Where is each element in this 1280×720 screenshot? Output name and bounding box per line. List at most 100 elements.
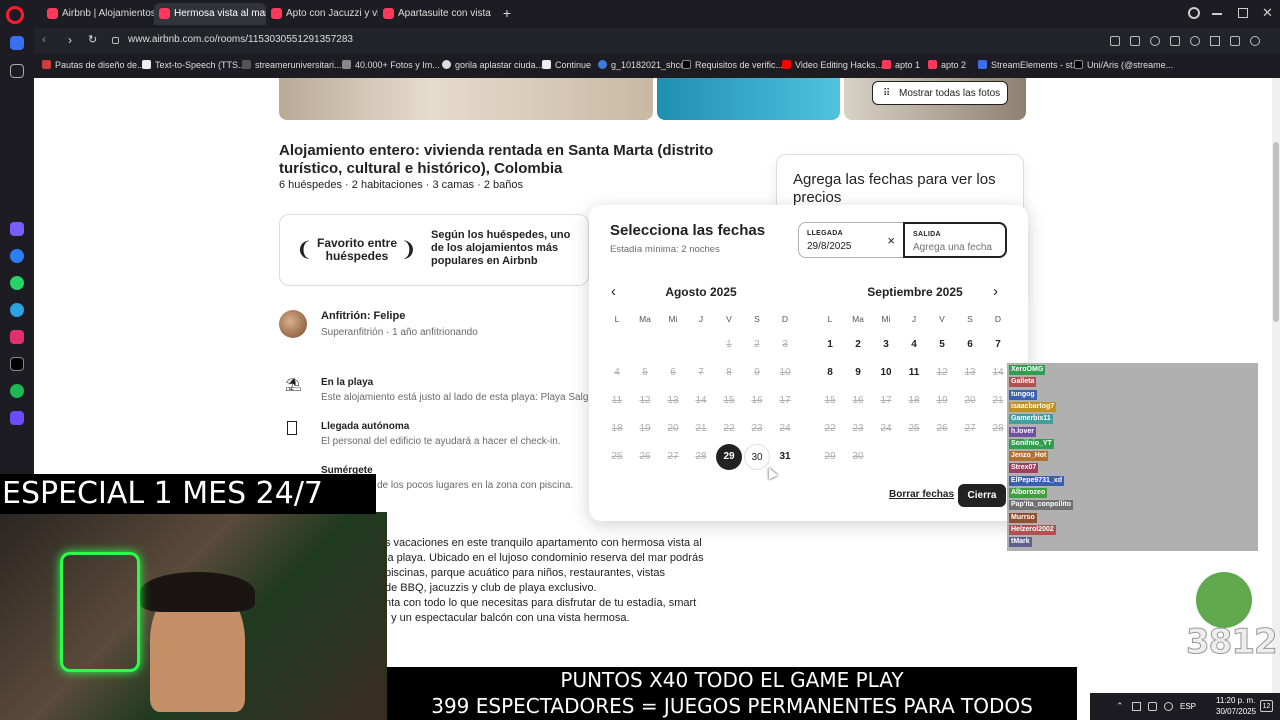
clear-dates-button[interactable]: Borrar fechas	[889, 489, 954, 500]
camera-icon[interactable]	[1130, 36, 1140, 46]
bookmark-g10182021[interactable]: g_10182021_shcc	[598, 60, 685, 70]
guest-favorite-card[interactable]: ❨ Favorito entre huéspedes ❩ Según los h…	[279, 214, 589, 286]
calendar-day[interactable]: 3	[873, 332, 899, 358]
bookmark-tts[interactable]: Text-to-Speech (TTS...	[142, 60, 246, 70]
language-indicator[interactable]: ESP	[1180, 702, 1196, 711]
tab-airbnb-home[interactable]: Airbnb | Alojamientos vac	[42, 3, 154, 25]
clock-time[interactable]: 11:20 p. m.	[1216, 696, 1255, 705]
bookmark-streamelements[interactable]: StreamElements - st...	[978, 60, 1080, 70]
maximize-icon[interactable]	[1238, 8, 1248, 18]
close-window-icon[interactable]: ✕	[1262, 5, 1273, 21]
tab-apartasuite[interactable]: Apartasuite con vista al m	[378, 3, 494, 25]
guest-favorite-text: Según los huéspedes, uno de los alojamie…	[431, 229, 571, 267]
site-info-icon[interactable]	[112, 37, 119, 44]
calendar-day[interactable]: 5	[929, 332, 955, 358]
calendar-day: 30	[852, 451, 864, 462]
bookmark-apto2[interactable]: apto 2	[928, 60, 966, 70]
volume-icon[interactable]	[1164, 702, 1173, 711]
clear-checkin-icon[interactable]: ×	[887, 233, 895, 248]
player-icon[interactable]	[10, 411, 24, 425]
play-icon[interactable]	[1170, 36, 1180, 46]
description-line: de BBQ, jacuzzis y club de playa exclusi…	[385, 582, 597, 594]
whatsapp-icon[interactable]	[10, 276, 24, 290]
weekday-label: S	[967, 314, 973, 324]
spotify-icon[interactable]	[10, 384, 24, 398]
listing-photo-main[interactable]	[279, 78, 653, 120]
url-field[interactable]: www.airbnb.com.co/rooms/1153030551291357…	[128, 34, 528, 45]
profile-icon[interactable]	[1250, 36, 1260, 46]
download-icon[interactable]	[1210, 36, 1220, 46]
opera-logo-icon[interactable]	[6, 6, 24, 24]
shield-icon[interactable]	[1150, 36, 1160, 46]
calendar-day: 8	[726, 367, 732, 378]
bookmark-streamer[interactable]: streameruniversitari...	[242, 60, 342, 70]
close-calendar-button[interactable]: Cierra	[958, 484, 1006, 507]
chat-username: Alborozeo	[1009, 488, 1048, 498]
calendar-day[interactable]: 10	[873, 360, 899, 386]
bookmark-tiktok[interactable]: Uni/Aris (@streame...	[1074, 60, 1173, 70]
scroll-thumb[interactable]	[1273, 142, 1279, 322]
back-icon[interactable]: ‹	[42, 34, 46, 46]
menu-icon[interactable]	[1230, 36, 1240, 46]
bookmark-label: g_10182021_shcc	[611, 60, 685, 70]
calendar-day: 29	[824, 451, 836, 462]
tab-hermosa-vista[interactable]: Hermosa vista al mar fren	[154, 3, 266, 25]
star-icon[interactable]	[10, 64, 24, 78]
calendar-day[interactable]: 30	[744, 444, 770, 470]
tray-icons[interactable]	[1132, 702, 1141, 711]
calendar-day[interactable]: 9	[845, 360, 871, 386]
show-all-photos-button[interactable]: ⠿ Mostrar todas las fotos	[872, 81, 1008, 105]
bookmark-video-editing[interactable]: Video Editing Hacks...	[782, 60, 883, 70]
messenger-icon[interactable]	[10, 249, 24, 263]
bookmark-gorila[interactable]: gorila aplastar ciuda...	[442, 60, 543, 70]
calendar-day[interactable]: 1	[817, 332, 843, 358]
calendar-day[interactable]: 2	[845, 332, 871, 358]
heart-icon[interactable]	[1190, 36, 1200, 46]
bookmark-continue[interactable]: Continue	[542, 60, 591, 70]
forward-icon[interactable]: ›	[68, 33, 72, 47]
chat-username: Gamerbix11	[1009, 414, 1053, 425]
calendar-day: 20	[964, 395, 976, 406]
calendar-day[interactable]: 4	[901, 332, 927, 358]
reload-icon[interactable]: ↻	[88, 33, 97, 46]
tray-chevron-icon[interactable]: ⌃	[1116, 701, 1124, 712]
price-prompt: Agrega las fechas para ver los precios	[793, 171, 996, 206]
notification-icon[interactable]: 12	[1260, 700, 1273, 712]
calendar-day[interactable]: 8	[817, 360, 843, 386]
highlight-desc: de los pocos lugares en la zona con pisc…	[377, 480, 574, 491]
checkin-field[interactable]: LLEGADA 29/8/2025 ×	[798, 222, 904, 258]
bookmark-icon	[242, 60, 251, 69]
bookmark-label: 40.000+ Fotos y Im...	[355, 60, 440, 70]
minimize-icon[interactable]	[1212, 13, 1222, 15]
host-avatar[interactable]	[279, 310, 307, 338]
tab-apto-jacuzzi[interactable]: Apto con Jacuzzi y vista a	[266, 3, 378, 25]
bookmark-requisitos[interactable]: Requisitos de verific...	[682, 60, 783, 70]
weekday-label: D	[781, 314, 789, 324]
bookmark-fotos[interactable]: 40.000+ Fotos y Im...	[342, 60, 440, 70]
edit-icon[interactable]	[1110, 36, 1120, 46]
instagram-icon[interactable]	[10, 330, 24, 344]
listing-photo-pool[interactable]	[657, 78, 840, 120]
calendar-day[interactable]: 6	[957, 332, 983, 358]
weekday-label: Ma	[639, 314, 651, 324]
x-icon[interactable]	[10, 357, 24, 371]
network-icon[interactable]	[1148, 702, 1157, 711]
checkout-field[interactable]: SALIDA Agrega una fecha	[903, 222, 1007, 258]
stream-banner-top: ESPECIAL 1 MES 24/7	[0, 474, 376, 514]
aria-icon[interactable]	[10, 222, 24, 236]
clock-date[interactable]: 30/07/2025	[1216, 707, 1256, 716]
bookmarks-bar: Pautas de diseño de... Text-to-Speech (T…	[34, 54, 1280, 78]
telegram-icon[interactable]	[10, 303, 24, 317]
calendar-day[interactable]: 7	[985, 332, 1011, 358]
calendar-day[interactable]: 31	[772, 444, 798, 470]
bookmark-pautas[interactable]: Pautas de diseño de...	[42, 60, 145, 70]
new-tab-button[interactable]: +	[500, 4, 514, 22]
calendar-day: 16	[751, 395, 763, 406]
search-tabs-icon[interactable]	[1188, 7, 1200, 19]
calendar-day[interactable]: 29	[716, 444, 742, 470]
home-icon[interactable]	[10, 36, 24, 50]
bookmark-apto1[interactable]: apto 1	[882, 60, 920, 70]
date-picker-popup: Selecciona las fechas Estadía mínima: 2 …	[589, 205, 1028, 521]
calendar-day[interactable]: 11	[901, 360, 927, 386]
listing-details: 6 huéspedes · 2 habitaciones · 3 camas ·…	[279, 179, 523, 191]
